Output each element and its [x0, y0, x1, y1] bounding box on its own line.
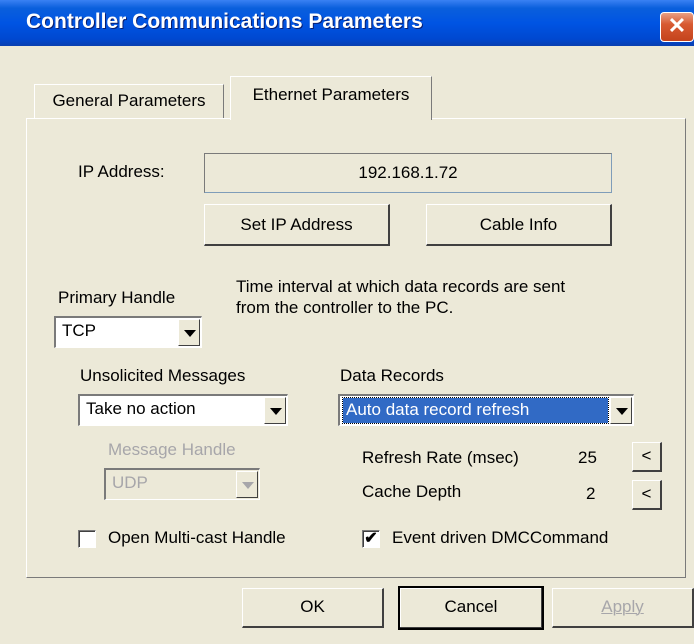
close-button[interactable]: ✕	[660, 12, 694, 42]
unsolicited-messages-value: Take no action	[86, 399, 196, 418]
refresh-rate-label: Refresh Rate (msec)	[362, 448, 519, 467]
close-icon: ✕	[667, 13, 687, 38]
cache-depth-adjust-button[interactable]: <	[632, 480, 662, 510]
message-handle-label: Message Handle	[108, 440, 236, 459]
chevron-down-icon[interactable]	[610, 397, 632, 424]
primary-handle-label: Primary Handle	[58, 288, 176, 307]
window-title: Controller Communications Parameters	[26, 10, 423, 33]
refresh-rate-adjust-button[interactable]: <	[632, 442, 662, 472]
primary-handle-value: TCP	[62, 321, 96, 340]
message-handle-value: UDP	[112, 473, 148, 492]
event-driven-checkbox[interactable]: ✔	[362, 530, 380, 548]
cache-depth-label: Cache Depth	[362, 482, 462, 501]
apply-button: Apply	[552, 588, 694, 628]
multicast-handle-label: Open Multi-cast Handle	[108, 528, 286, 547]
cancel-button[interactable]: Cancel	[398, 586, 544, 630]
description-line-2: from the controller to the PC.	[236, 298, 454, 317]
ip-address-label: IP Address:	[78, 162, 165, 181]
chevron-down-icon[interactable]	[178, 319, 200, 346]
refresh-rate-value: 25	[578, 448, 597, 467]
message-handle-select: UDP	[104, 468, 260, 500]
description-line-1: Time interval at which data records are …	[236, 277, 566, 296]
data-record-description: Time interval at which data records are …	[236, 276, 636, 318]
ip-address-field: 192.168.1.72	[204, 153, 612, 193]
checkmark-icon: ✔	[364, 530, 378, 547]
data-records-label: Data Records	[340, 366, 444, 385]
chevron-down-icon[interactable]	[264, 397, 286, 424]
set-ip-address-button[interactable]: Set IP Address	[204, 204, 390, 246]
tab-general-parameters[interactable]: General Parameters	[34, 84, 224, 118]
unsolicited-messages-select[interactable]: Take no action	[78, 394, 288, 426]
title-bar[interactable]: Controller Communications Parameters ✕	[0, 0, 694, 46]
primary-handle-select[interactable]: TCP	[54, 316, 202, 348]
ok-button[interactable]: OK	[242, 588, 384, 628]
chevron-down-icon	[236, 471, 258, 498]
cache-depth-value: 2	[586, 484, 596, 503]
data-records-select[interactable]: Auto data record refresh	[338, 394, 634, 426]
event-driven-label: Event driven DMCCommand	[392, 528, 609, 547]
unsolicited-messages-label: Unsolicited Messages	[80, 366, 246, 385]
multicast-handle-checkbox[interactable]	[78, 530, 96, 548]
data-records-value: Auto data record refresh	[342, 397, 609, 424]
cable-info-button[interactable]: Cable Info	[426, 204, 612, 246]
tab-ethernet-parameters[interactable]: Ethernet Parameters	[230, 76, 432, 120]
